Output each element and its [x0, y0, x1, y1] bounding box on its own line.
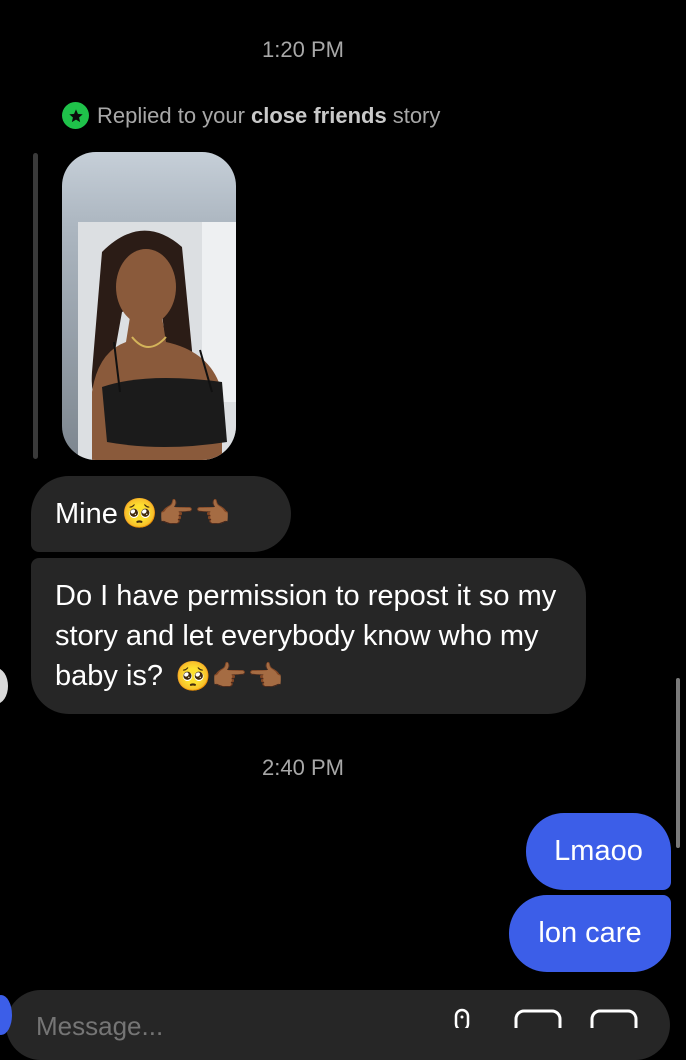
story-reply-note: Replied to your close friends story: [62, 102, 440, 129]
story-photo: [78, 222, 236, 460]
microphone-icon[interactable]: [450, 1008, 474, 1033]
story-thumbnail[interactable]: [62, 152, 236, 460]
sent-message[interactable]: lon care: [509, 895, 671, 972]
gallery-icon[interactable]: [514, 1008, 562, 1037]
sender-avatar[interactable]: [0, 668, 8, 704]
pleading-face-pointing-emoji: 🥺👉🏾👈🏾: [121, 498, 231, 530]
received-message[interactable]: Do I have permission to repost it so my …: [31, 558, 586, 714]
scrollbar[interactable]: [676, 678, 680, 848]
message-text: Do I have permission to repost it so my …: [55, 580, 557, 692]
reply-note-prefix: Replied to your: [97, 102, 245, 128]
pleading-face-pointing-emoji: 🥺👉🏾👈🏾: [175, 661, 284, 694]
timestamp: 2:40 PM: [262, 755, 344, 780]
message-input[interactable]: [34, 1010, 238, 1043]
reply-note-suffix: story: [392, 102, 441, 128]
timestamp: 1:20 PM: [262, 37, 344, 62]
message-text: Mine: [55, 498, 118, 530]
close-friends-star-icon: [62, 102, 89, 129]
received-message[interactable]: Mine 🥺👉🏾👈🏾: [31, 476, 291, 552]
reply-quote-line: [33, 153, 38, 459]
sent-message[interactable]: Lmaoo: [526, 813, 671, 890]
reply-note-bold: close friends: [250, 102, 387, 128]
sticker-icon[interactable]: [590, 1008, 638, 1037]
